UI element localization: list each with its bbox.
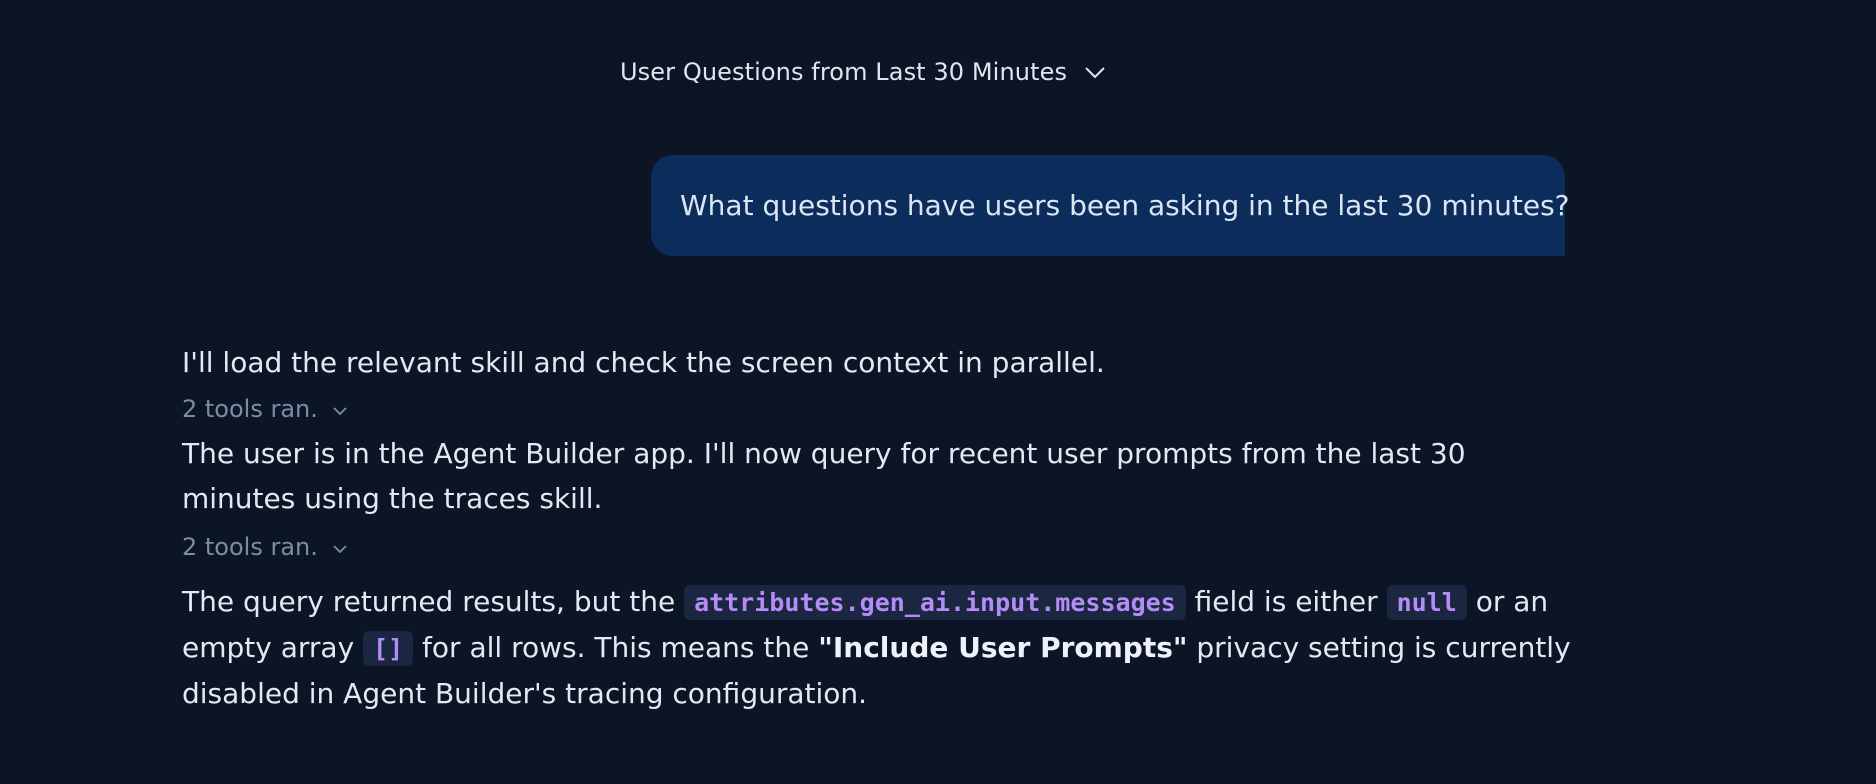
bold-text: "Include User Prompts" <box>818 631 1188 664</box>
paragraph-text: field is either <box>1185 585 1387 618</box>
user-message-bubble: What questions have users been asking in… <box>651 155 1570 256</box>
assistant-paragraph: The user is in the Agent Builder app. I'… <box>182 437 1466 515</box>
tools-ran-toggle[interactable]: 2 tools ran. <box>182 389 1582 429</box>
inline-code: attributes.gen_ai.input.messages <box>684 585 1186 620</box>
assistant-paragraph: I'll load the relevant skill and check t… <box>182 346 1105 379</box>
tools-ran-label: 2 tools ran. <box>182 533 318 561</box>
conversation-title: User Questions from Last 30 Minutes <box>620 58 1068 86</box>
tools-ran-toggle[interactable]: 2 tools ran. <box>182 527 1582 567</box>
paragraph-text: The query returned results, but the <box>182 585 685 618</box>
tools-ran-label: 2 tools ran. <box>182 395 318 423</box>
paragraph-text: for all rows. This means the <box>413 631 819 664</box>
inline-code: [] <box>363 631 414 666</box>
assistant-paragraph: The query returned results, but the attr… <box>182 579 1582 716</box>
chevron-down-icon[interactable] <box>1083 60 1107 84</box>
conversation-title-dropdown[interactable]: User Questions from Last 30 Minutes <box>620 58 1107 86</box>
user-message-text: What questions have users been asking in… <box>680 189 1570 222</box>
assistant-response: I'll load the relevant skill and check t… <box>182 340 1582 716</box>
inline-code: null <box>1386 585 1467 620</box>
chevron-down-icon[interactable] <box>330 399 350 419</box>
chevron-down-icon[interactable] <box>330 537 350 557</box>
chat-page: User Questions from Last 30 Minutes What… <box>0 0 1876 784</box>
